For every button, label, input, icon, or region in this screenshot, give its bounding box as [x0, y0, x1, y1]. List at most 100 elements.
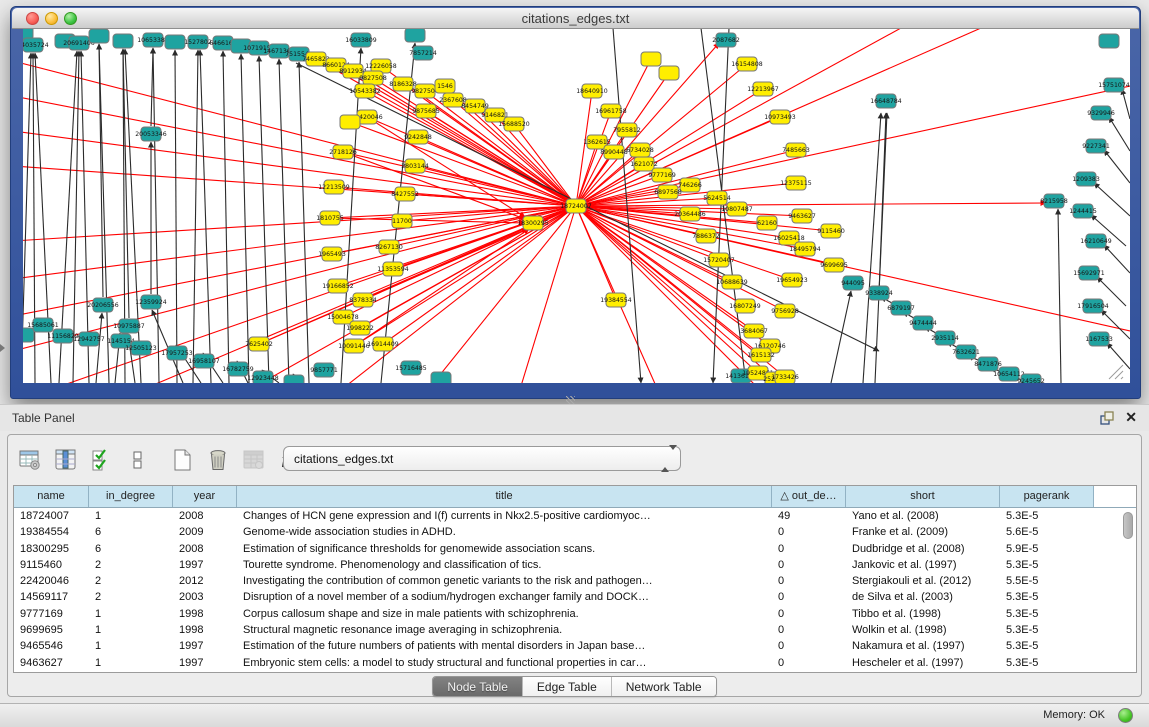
column-header-pagerank[interactable]: pagerank — [1000, 486, 1094, 507]
close-panel-icon[interactable]: ✕ — [1125, 409, 1137, 425]
graph-node[interactable]: 8427552 — [391, 187, 419, 201]
column-header-in_degree[interactable]: in_degree — [89, 486, 173, 507]
graph-node[interactable]: 1810755 — [316, 211, 344, 225]
delete-table-icon[interactable] — [206, 448, 230, 472]
graph-node[interactable]: 1733426 — [771, 370, 799, 383]
graph-node[interactable]: 2803144 — [401, 159, 429, 173]
graph-node[interactable]: 8990448 — [600, 145, 628, 159]
graph-node[interactable]: 9875685 — [412, 104, 440, 118]
column-header-title[interactable]: title — [237, 486, 772, 507]
table-select-dropdown[interactable]: citations_edges.txt — [283, 446, 681, 471]
column-header-out_de…[interactable]: △ out_de… — [772, 486, 846, 507]
graph-node[interactable] — [165, 35, 185, 49]
graph-node[interactable] — [641, 52, 661, 66]
graph-node[interactable]: 2718126 — [329, 145, 357, 159]
table-row[interactable]: 946554611997Estimation of the future num… — [14, 638, 1136, 654]
graph-node[interactable]: 7857214 — [409, 46, 437, 60]
graph-node[interactable]: 15751074 — [1098, 78, 1130, 92]
graph-node[interactable]: 9242848 — [404, 130, 432, 144]
graph-node[interactable]: 9329946 — [1087, 106, 1115, 120]
graph-node[interactable]: 9474444 — [909, 316, 937, 330]
graph-node[interactable]: 20364486 — [674, 207, 706, 221]
graph-node[interactable]: 16154808 — [731, 57, 763, 71]
graph-node[interactable]: 7955812 — [613, 123, 641, 137]
graph-node[interactable]: 62160 — [757, 216, 777, 230]
graph-node[interactable]: 15692971 — [1073, 266, 1105, 280]
graph-node[interactable]: 944095 — [841, 276, 865, 290]
table-settings-icon[interactable] — [18, 448, 42, 472]
table-row[interactable]: 1830029562008Estimation of significance … — [14, 541, 1136, 557]
graph-node[interactable]: 9699695 — [820, 258, 848, 272]
column-header-year[interactable]: year — [173, 486, 237, 507]
column-header-name[interactable]: name — [14, 486, 89, 507]
graph-node[interactable]: 7632621 — [952, 345, 980, 359]
graph-node[interactable]: 12359924 — [135, 295, 167, 309]
network-canvas[interactable]: 1403572420691406106533871527802646616010… — [23, 29, 1130, 383]
graph-node[interactable]: 9227341 — [1082, 139, 1110, 153]
select-rows-icon[interactable] — [90, 448, 114, 472]
graph-node[interactable]: 7485663 — [782, 143, 810, 157]
float-panel-icon[interactable] — [1099, 410, 1115, 426]
graph-node[interactable]: 1209383 — [1072, 172, 1100, 186]
network-graph[interactable]: 1403572420691406106533871527802646616010… — [23, 29, 1130, 383]
graph-node[interactable]: 10543382 — [349, 84, 381, 98]
graph-node[interactable]: 19166852 — [322, 279, 354, 293]
graph-node[interactable] — [431, 372, 451, 383]
tab-network-table[interactable]: Network Table — [612, 677, 716, 696]
graph-node[interactable] — [340, 115, 360, 129]
table-row[interactable]: 1938455462009Genome-wide association stu… — [14, 524, 1136, 540]
graph-node[interactable]: 8267130 — [375, 240, 403, 254]
graph-node[interactable]: 15716485 — [395, 361, 427, 375]
column-header-short[interactable]: short — [846, 486, 1000, 507]
graph-node[interactable]: 9777169 — [648, 168, 676, 182]
window-titlebar[interactable]: citations_edges.txt — [12, 8, 1139, 29]
scrollbar-thumb[interactable] — [1123, 512, 1133, 539]
graph-node[interactable]: 20053346 — [135, 127, 167, 141]
graph-node[interactable]: 6734028 — [626, 143, 654, 157]
table-row[interactable]: 1872400712008Changes of HCN gene express… — [14, 508, 1136, 524]
table-row[interactable]: 946362711997Embryonic stem cells: a mode… — [14, 655, 1136, 671]
graph-node[interactable] — [113, 34, 133, 48]
table-row[interactable]: 911546021997Tourette syndrome. Phenomeno… — [14, 557, 1136, 573]
graph-node[interactable]: 16807249 — [729, 299, 761, 313]
graph-node[interactable] — [89, 29, 109, 43]
graph-node[interactable]: 16033809 — [345, 33, 377, 47]
graph-node[interactable]: 1244415 — [1069, 204, 1097, 218]
graph-node[interactable]: 19384554 — [600, 293, 632, 307]
show-column-icon[interactable] — [54, 448, 78, 472]
graph-node[interactable]: 1546 — [435, 79, 455, 93]
graph-node[interactable]: 2935114 — [931, 331, 959, 345]
graph-node[interactable]: 9756928 — [771, 304, 799, 318]
graph-node[interactable]: 9338924 — [865, 286, 893, 300]
graph-node[interactable]: 6879197 — [887, 301, 915, 315]
graph-node[interactable]: 8378334 — [349, 293, 377, 307]
tab-node-table[interactable]: Node Table — [433, 677, 523, 696]
graph-node[interactable]: 1527802 — [184, 35, 212, 49]
graph-node[interactable]: 1998222 — [346, 321, 374, 335]
graph-node[interactable]: 8471876 — [974, 357, 1002, 371]
new-table-icon[interactable] — [170, 448, 194, 472]
graph-node[interactable]: 7625402 — [245, 337, 273, 351]
graph-node[interactable]: 3684067 — [740, 324, 768, 338]
graph-node[interactable]: 9857771 — [310, 363, 338, 377]
panel-collapse-arrow-icon[interactable] — [0, 344, 5, 352]
graph-node[interactable]: 18640910 — [576, 84, 608, 98]
graph-node[interactable]: 5624514 — [703, 191, 731, 205]
graph-node[interactable]: 2087682 — [712, 33, 740, 47]
column-header-spacer[interactable] — [1094, 486, 1136, 507]
graph-node[interactable]: 7886372 — [692, 229, 720, 243]
graph-node[interactable]: 14035724 — [23, 38, 49, 52]
graph-node[interactable]: 9827508 — [359, 71, 387, 85]
table-scrollbar[interactable] — [1123, 512, 1134, 670]
graph-node[interactable]: 8215958 — [1040, 194, 1068, 208]
graph-node[interactable]: 11700 — [392, 214, 412, 228]
graph-node[interactable] — [1099, 34, 1119, 48]
graph-node[interactable]: 1965493 — [318, 247, 346, 261]
graph-node[interactable]: 9115460 — [817, 224, 845, 238]
table-row[interactable]: 977716911998Corpus callosum shape and si… — [14, 606, 1136, 622]
graph-node[interactable]: 17916504 — [1077, 299, 1109, 313]
graph-node[interactable]: 16648784 — [870, 94, 902, 108]
graph-node[interactable]: 19654923 — [776, 273, 808, 287]
graph-node[interactable]: 9463627 — [788, 209, 816, 223]
table-row[interactable]: 969969511998Structural magnetic resonanc… — [14, 622, 1136, 638]
